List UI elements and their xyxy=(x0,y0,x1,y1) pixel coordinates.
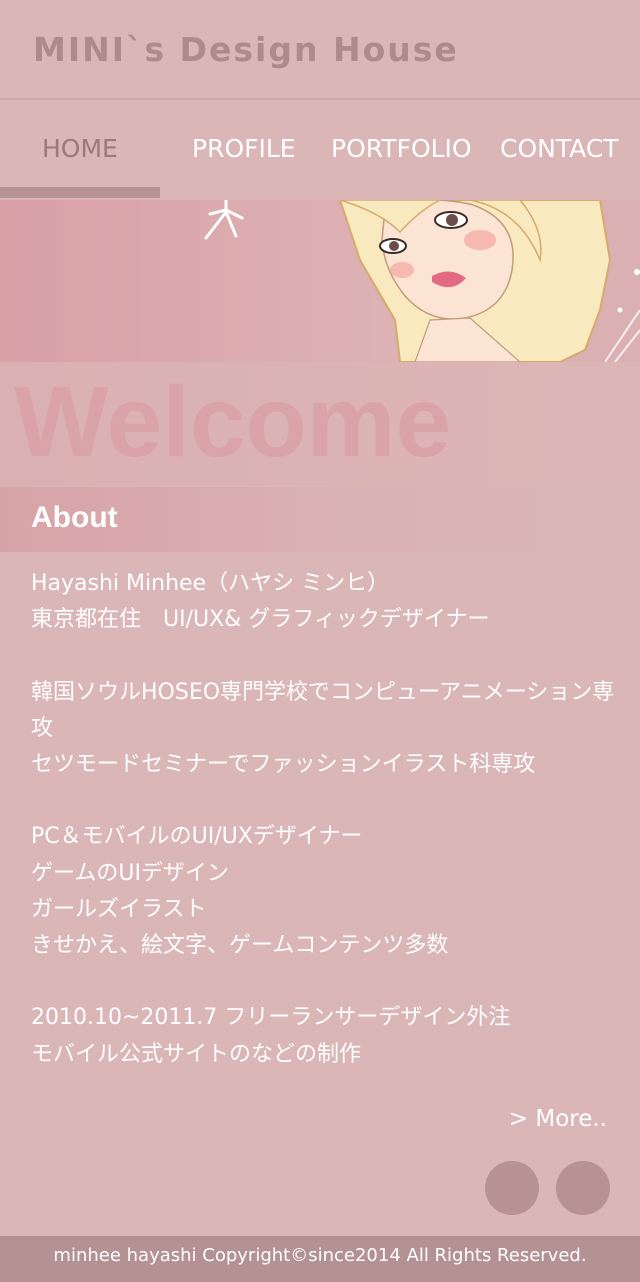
about-line: Hayashi Minhee（ハヤシ ミンヒ） xyxy=(31,571,390,596)
active-nav-indicator xyxy=(0,187,160,198)
about-line: PC＆モバイルのUI/UXデザイナー xyxy=(31,824,363,850)
about-line: ガールズイラスト xyxy=(31,896,207,922)
about-line: 2010.10~2011.7 フリーランサーデザイン外注 xyxy=(31,1005,511,1031)
nav-profile[interactable]: PROFILE xyxy=(192,134,296,163)
about-line: セツモードセミナーでファッションイラスト科専攻 xyxy=(31,752,536,777)
sparkle-icon xyxy=(204,200,244,240)
girl-illustration xyxy=(204,200,640,362)
about-line: 東京都在住 UI/UX& グラフィックデザイナー xyxy=(31,607,490,633)
copyright-text: minhee hayashi Copyright©since2014 All R… xyxy=(53,1245,587,1266)
main-nav: HOME PROFILE PORTFOLIO CONTACT xyxy=(0,100,640,200)
site-title[interactable]: MINI`s Design House xyxy=(33,30,459,69)
footer: minhee hayashi Copyright©since2014 All R… xyxy=(0,1236,640,1282)
more-link[interactable]: > More.. xyxy=(509,1106,607,1132)
nav-contact[interactable]: CONTACT xyxy=(500,134,619,163)
nav-home[interactable]: HOME xyxy=(42,134,118,163)
about-line: きせかえ、絵文字、ゲームコンテンツ多数 xyxy=(31,933,449,958)
nav-portfolio[interactable]: PORTFOLIO xyxy=(331,134,472,163)
about-line: ゲームのUIデザイン xyxy=(31,860,229,886)
about-title: About xyxy=(31,501,118,534)
about-line: 韓国ソウルHOSEO専門学校でコンピューアニメーション専攻 xyxy=(31,679,615,741)
about-text: Hayashi Minhee（ハヤシ ミンヒ） 東京都在住 UI/UX& グラフ… xyxy=(31,566,621,1073)
header: MINI`s Design House xyxy=(0,0,640,100)
hero-banner xyxy=(0,200,640,362)
pager-dot-2[interactable] xyxy=(556,1161,610,1215)
pager-dot-1[interactable] xyxy=(485,1161,539,1215)
welcome-heading: Welcome xyxy=(14,366,452,478)
about-line: モバイル公式サイトのなどの制作 xyxy=(31,1041,362,1067)
